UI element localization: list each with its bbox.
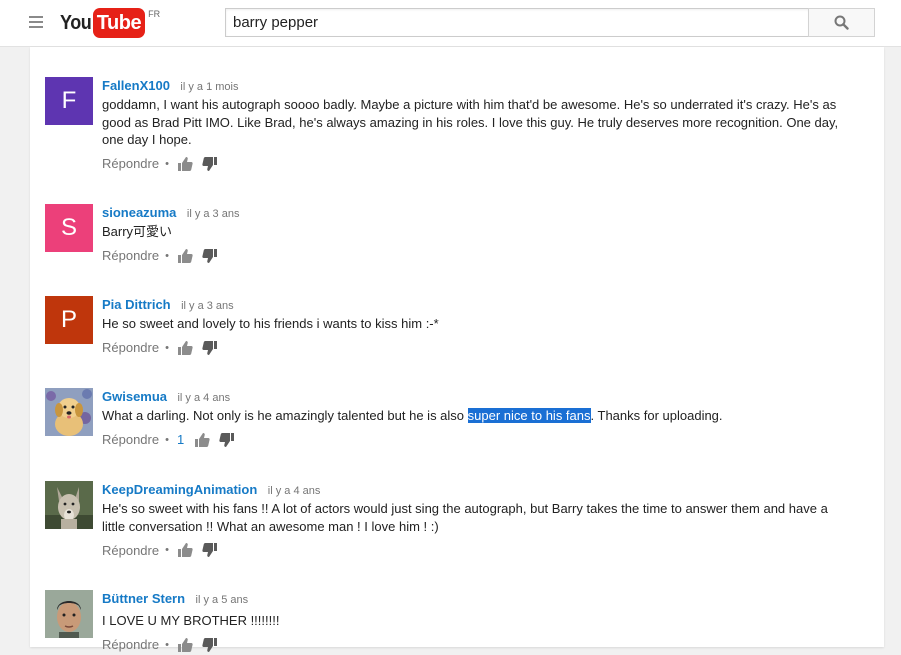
reply-button[interactable]: Répondre bbox=[102, 248, 159, 263]
thumbs-down-icon[interactable] bbox=[202, 340, 218, 356]
youtube-logo[interactable]: You Tube FR bbox=[60, 8, 160, 38]
wolf-avatar-image bbox=[45, 481, 93, 529]
comment-text: Barry可愛い bbox=[102, 224, 173, 239]
comment-text: I LOVE U MY BROTHER !!!!!!!! bbox=[102, 613, 280, 628]
hamburger-menu-icon[interactable] bbox=[29, 16, 43, 28]
reply-button[interactable]: Répondre bbox=[102, 543, 159, 558]
masthead: You Tube FR bbox=[0, 0, 901, 47]
logo-you-text: You bbox=[60, 12, 92, 34]
magnifier-search-icon bbox=[834, 15, 849, 30]
thumbs-up-icon[interactable] bbox=[177, 340, 193, 356]
separator-dot: • bbox=[165, 638, 169, 651]
avatar[interactable] bbox=[45, 590, 93, 638]
thumbs-down-icon[interactable] bbox=[202, 156, 218, 172]
comment-text-after: . Thanks for uploading. bbox=[590, 408, 723, 423]
selected-text-highlight: super nice to his fans bbox=[467, 408, 591, 423]
avatar-letter: S bbox=[60, 214, 77, 241]
comment-timestamp[interactable]: il y a 4 ans bbox=[177, 392, 230, 404]
comment-author-link[interactable]: Gwisemua bbox=[102, 389, 167, 404]
comment-text-before: What a darling. Not only is he amazingly… bbox=[102, 408, 468, 423]
thumbs-down-icon[interactable] bbox=[202, 637, 218, 653]
reply-button[interactable]: Répondre bbox=[102, 637, 159, 652]
thumbs-up-icon[interactable] bbox=[194, 432, 210, 448]
comment-timestamp[interactable]: il y a 1 mois bbox=[180, 81, 238, 93]
thumbs-down-icon[interactable] bbox=[202, 542, 218, 558]
thumbs-down-icon[interactable] bbox=[219, 432, 235, 448]
reply-button[interactable]: Répondre bbox=[102, 340, 159, 355]
avatar[interactable] bbox=[45, 481, 93, 529]
search-button[interactable] bbox=[808, 8, 875, 37]
avatar[interactable]: F bbox=[45, 77, 93, 125]
separator-dot: • bbox=[165, 341, 169, 354]
comment-timestamp[interactable]: il y a 5 ans bbox=[196, 594, 249, 606]
comment-timestamp[interactable]: il y a 3 ans bbox=[187, 208, 240, 220]
comment-timestamp[interactable]: il y a 3 ans bbox=[181, 300, 234, 312]
reply-button[interactable]: Répondre bbox=[102, 156, 159, 171]
comment-timestamp[interactable]: il y a 4 ans bbox=[268, 485, 321, 497]
avatar[interactable]: S bbox=[45, 204, 93, 252]
comment-author-link[interactable]: Pia Dittrich bbox=[102, 297, 171, 312]
avatar[interactable]: P bbox=[45, 296, 93, 344]
puppy-avatar-image bbox=[45, 388, 93, 436]
thumbs-down-icon[interactable] bbox=[202, 248, 218, 264]
comment-author-link[interactable]: FallenX100 bbox=[102, 78, 170, 93]
search-input[interactable] bbox=[226, 9, 809, 36]
thumbs-up-icon[interactable] bbox=[177, 248, 193, 264]
thumbs-up-icon[interactable] bbox=[177, 542, 193, 558]
logo-tube-text: Tube bbox=[92, 8, 146, 38]
separator-dot: • bbox=[165, 433, 169, 446]
user-photo-avatar-image bbox=[45, 590, 93, 638]
reply-button[interactable]: Répondre bbox=[102, 432, 159, 447]
search-box bbox=[225, 8, 809, 37]
comment-author-link[interactable]: Büttner Stern bbox=[102, 591, 185, 606]
comment-text: goddamn, I want his autograph soooo badl… bbox=[102, 97, 839, 147]
avatar-letter: P bbox=[60, 306, 77, 333]
comment-author-link[interactable]: sioneazuma bbox=[102, 205, 176, 220]
separator-dot: • bbox=[165, 544, 169, 556]
comments-section: F FallenX100 il y a 1 mois goddamn, I wa… bbox=[30, 47, 884, 652]
comment-text: What a darling. Not only is he amazingly… bbox=[102, 407, 842, 425]
separator-dot: • bbox=[165, 157, 169, 170]
avatar[interactable] bbox=[45, 388, 93, 436]
comment-text: He so sweet and lovely to his friends i … bbox=[102, 316, 439, 331]
comment-author-link[interactable]: KeepDreamingAnimation bbox=[102, 482, 257, 497]
thumbs-up-icon[interactable] bbox=[177, 156, 193, 172]
like-count: 1 bbox=[176, 432, 185, 447]
separator-dot: • bbox=[165, 249, 169, 262]
logo-country-code: FR bbox=[148, 9, 161, 19]
comment-text: He's so sweet with his fans !! A lot of … bbox=[102, 501, 828, 534]
thumbs-up-icon[interactable] bbox=[177, 637, 193, 653]
avatar-letter: F bbox=[61, 87, 77, 114]
